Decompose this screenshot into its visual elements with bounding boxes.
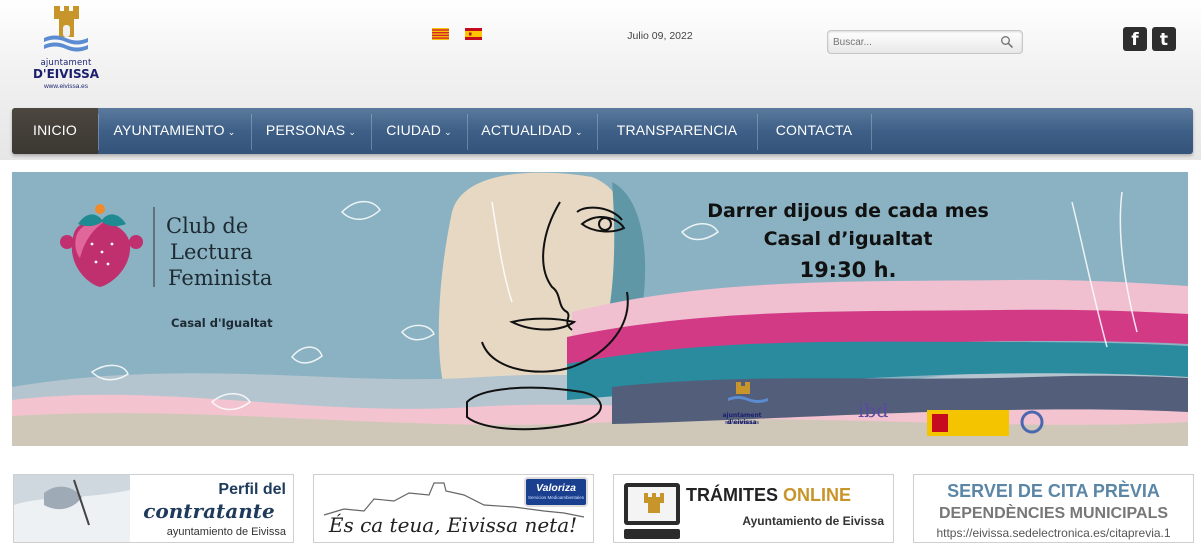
card-subtitle: ayuntamiento de Eivissa [166,526,286,538]
card-title-line1: Perfil del [218,481,286,498]
club-title-line2: Lectura [170,240,253,264]
card-title-line2: contratante [143,499,275,523]
nav-item-ciudad[interactable]: CIUDAD ⌄ [371,108,467,154]
valoriza-badge: Valoriza Servicios Medioambientales [524,477,588,507]
spanish-flag-icon[interactable] [465,28,482,40]
club-title-line1: Club de [166,214,249,238]
sponsor-ajuntament-url: www.eivissa.es [725,420,759,426]
twitter-icon[interactable]: t [1152,27,1176,51]
site-header: ajuntament D'EIVISSA www.eivissa.es Juli… [0,0,1201,160]
nav-item-label: INICIO [33,122,77,138]
chevron-down-icon: ⌄ [444,127,452,137]
card-title: TRÁMITES ONLINE [686,485,886,506]
nav-item-label: TRANSPARENCIA [616,122,738,138]
card-cita-previa[interactable]: SERVEI DE CITA PRÈVIA DEPENDÈNCIES MUNIC… [913,474,1194,543]
card-url: https://eivissa.sedelectronica.es/citapr… [936,526,1171,540]
event-place-line: Casal d’igualtat [763,228,933,250]
search-icon[interactable] [1000,35,1014,49]
card-title: SERVEI DE CITA PRÈVIA [947,481,1160,501]
card-tramites-online[interactable]: TRÁMITES ONLINE Ayuntamiento de Eivissa [613,474,894,543]
chevron-down-icon: ⌄ [348,127,357,137]
current-date: Julio 09, 2022 [627,30,693,42]
facebook-icon[interactable]: f [1123,27,1147,51]
card-subtitle: Ayuntamiento de Eivissa [742,514,884,528]
search-box [827,30,1023,54]
card-slogan: És ca teua, Eivissa neta! [328,513,578,537]
nav-item-label: AYUNTAMIENTO [113,122,225,138]
logo-url: www.eivissa.es [43,83,89,90]
nav-item-inicio[interactable]: INICIO [12,108,98,154]
nav-item-ayuntamiento[interactable]: AYUNTAMIENTO ⌄ [98,108,251,154]
nav-item-contacta[interactable]: CONTACTA [757,108,871,154]
event-time: 19:30 h. [799,258,897,282]
search-input[interactable] [831,34,995,50]
valoriza-caption: Servicios Medioambientales [527,495,585,500]
nav-divider [871,114,872,150]
nav-item-label: CONTACTA [775,122,853,138]
card-perfil-contratante[interactable]: Perfil del contratante ayuntamiento de E… [13,474,294,543]
card-title-main: TRÁMITES [686,485,778,505]
card-title-accent: ONLINE [783,485,852,505]
club-title-line3: Feminista [168,266,273,290]
castle-logo-icon [44,6,88,52]
sponsor-ibd: ibd [858,400,889,422]
card-subtitle: DEPENDÈNCIES MUNICIPALS [938,505,1169,522]
hero-banner[interactable]: Club de Lectura Feminista Casal d'Igualt… [12,172,1188,446]
card-eivissa-neta[interactable]: Valoriza Servicios Medioambientales És c… [313,474,594,543]
logo-line2: D'EIVISSA [32,67,100,81]
nav-item-actualidad[interactable]: ACTUALIDAD ⌄ [467,108,597,154]
ajuntament-logo[interactable]: ajuntament D'EIVISSA www.eivissa.es [28,6,104,98]
valoriza-name: Valoriza [536,482,576,494]
nav-item-personas[interactable]: PERSONAS ⌄ [251,108,371,154]
nav-item-label: CIUDAD [386,122,442,138]
event-date-line: Darrer dijous de cada mes [707,200,989,222]
nav-item-label: PERSONAS [265,122,346,138]
nav-item-label: ACTUALIDAD [481,122,572,138]
chevron-down-icon: ⌄ [574,127,583,137]
main-nav: INICIO AYUNTAMIENTO ⌄ PERSONAS ⌄ CIUDAD ⌄ A… [12,108,1193,154]
computer-icon [624,483,680,539]
chevron-down-icon: ⌄ [227,127,236,137]
writing-hand-icon [14,475,130,542]
club-place: Casal d'Igualtat [171,316,273,330]
catalan-flag-icon[interactable] [432,28,449,40]
nav-item-transparencia[interactable]: TRANSPARENCIA [597,108,757,154]
